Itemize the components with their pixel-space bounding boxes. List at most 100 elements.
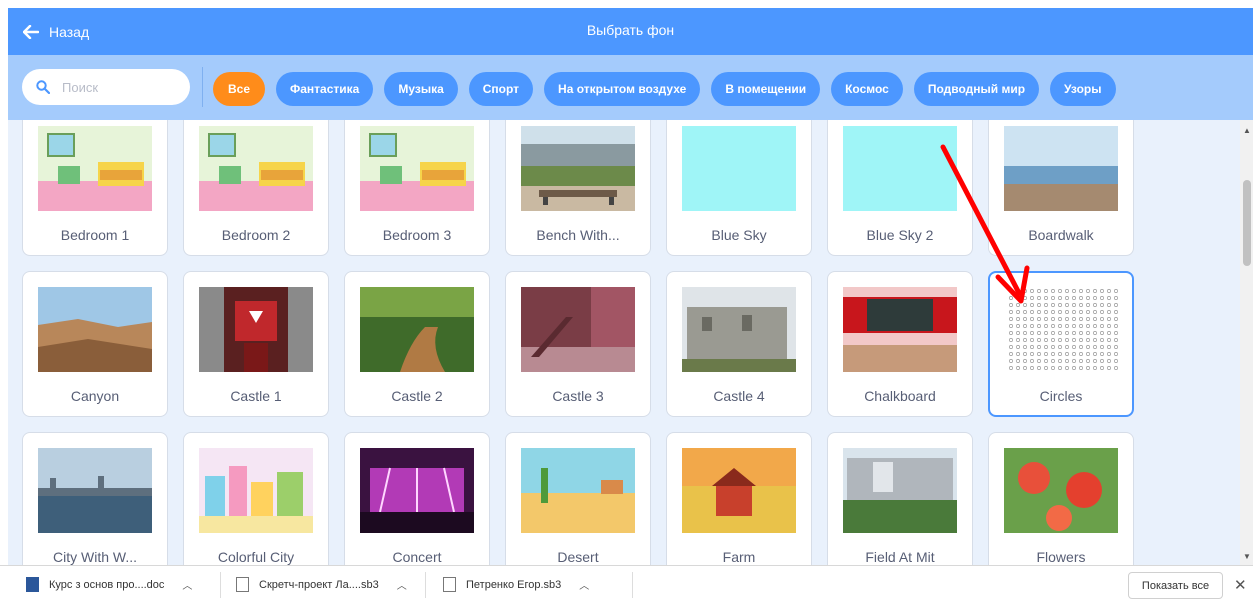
backdrop-card[interactable]: Flowers [988, 432, 1134, 565]
tag-button[interactable]: Спорт [468, 72, 534, 106]
sky-thumbnail [843, 126, 957, 211]
field-thumbnail [843, 448, 957, 533]
download-item[interactable]: Скретч-проект Ла....sb3 ︿ [236, 566, 407, 603]
backdrop-card[interactable]: Castle 4 [666, 271, 812, 417]
download-item[interactable]: Курс з основ про....doc ︿ [26, 566, 192, 603]
tag-button[interactable]: Космос [831, 72, 903, 106]
boardwalk-thumbnail [1004, 126, 1118, 211]
tag-button[interactable]: В помещении [711, 72, 821, 106]
backdrop-card[interactable]: Colorful City [183, 432, 329, 565]
backdrop-card[interactable]: Circles [988, 271, 1134, 417]
backdrop-card[interactable]: Canyon [22, 271, 168, 417]
backdrop-name: Desert [557, 549, 599, 565]
backdrop-name: Colorful City [217, 549, 295, 565]
scrollbar-thumb[interactable] [1243, 180, 1251, 266]
city-water-thumbnail [38, 448, 152, 533]
bedroom-thumbnail [38, 126, 152, 211]
backdrop-name: City With W... [53, 549, 137, 565]
backdrop-grid: Bedroom 1 Bedroom 2 Bedroom 3 Bench With...… [22, 120, 1134, 565]
tag-button[interactable]: Подводный мир [913, 72, 1040, 106]
file-icon [443, 577, 456, 592]
chevron-up-icon[interactable]: ︿ [182, 577, 192, 592]
download-divider [632, 572, 633, 598]
circles-pattern-thumbnail [1004, 287, 1118, 372]
backdrop-name: Boardwalk [1028, 227, 1094, 243]
backdrop-card[interactable]: Boardwalk [988, 120, 1134, 256]
search-icon [36, 80, 50, 94]
bench-thumbnail [521, 126, 635, 211]
tag-button[interactable]: На открытом воздухе [544, 72, 701, 106]
filter-divider [202, 67, 203, 107]
backdrop-card[interactable]: City With W... [22, 432, 168, 565]
backdrop-card[interactable]: Field At Mit [827, 432, 973, 565]
backdrop-name: Chalkboard [864, 388, 936, 404]
backdrop-name: Castle 4 [713, 388, 765, 404]
scrollbar[interactable]: ▲ ▼ [1240, 120, 1253, 565]
bedroom-thumbnail [360, 126, 474, 211]
close-icon[interactable]: ✕ [1234, 576, 1247, 594]
backdrop-name: Canyon [70, 388, 120, 404]
bedroom-thumbnail [199, 126, 313, 211]
colorful-city-thumbnail [199, 448, 313, 533]
backdrop-name: Blue Sky 2 [866, 227, 934, 243]
tag-button[interactable]: Узоры [1050, 72, 1116, 106]
filter-bar: Все Фантастика Музыка Спорт На открытом возд… [8, 55, 1253, 120]
backdrop-card[interactable]: Farm [666, 432, 812, 565]
tag-list: Все Фантастика Музыка Спорт На открытом возд… [213, 72, 1116, 106]
backdrop-card[interactable]: Bedroom 3 [344, 120, 490, 256]
backdrop-card[interactable]: Desert [505, 432, 651, 565]
download-divider [220, 572, 221, 598]
search-input[interactable] [62, 79, 182, 95]
backdrop-card[interactable]: Bench With... [505, 120, 651, 256]
chevron-up-icon[interactable]: ︿ [397, 577, 407, 592]
download-filename: Скретч-проект Ла....sb3 [259, 578, 379, 591]
backdrop-card[interactable]: Castle 1 [183, 271, 329, 417]
download-filename: Петренко Егор.sb3 [466, 578, 562, 591]
backdrop-name: Circles [1039, 388, 1083, 404]
page-title: Выбрать фон [586, 22, 675, 38]
backdrop-name: Flowers [1036, 549, 1086, 565]
backdrop-name: Blue Sky [711, 227, 767, 243]
tag-button[interactable]: Музыка [384, 72, 458, 106]
forest-path-thumbnail [360, 287, 474, 372]
backdrop-name: Bedroom 3 [382, 227, 452, 243]
download-divider [425, 572, 426, 598]
backdrop-card[interactable]: Bedroom 1 [22, 120, 168, 256]
backdrop-name: Concert [392, 549, 442, 565]
search-box[interactable] [22, 69, 190, 105]
backdrop-name: Field At Mit [865, 549, 935, 565]
backdrop-name: Castle 1 [230, 388, 282, 404]
backdrop-name: Bedroom 2 [221, 227, 291, 243]
flowers-thumbnail [1004, 448, 1118, 533]
backdrop-card[interactable]: Blue Sky [666, 120, 812, 256]
scroll-up-arrow-icon[interactable]: ▲ [1243, 126, 1251, 135]
backdrop-card[interactable]: Chalkboard [827, 271, 973, 417]
backdrop-grid-viewport: Bedroom 1 Bedroom 2 Bedroom 3 Bench With...… [8, 120, 1240, 565]
backdrop-library: Назад Выбрать фон Все Фантастика Музыка Спо… [8, 8, 1253, 565]
tag-button[interactable]: Фантастика [276, 72, 374, 106]
library-header: Назад Выбрать фон [8, 8, 1253, 55]
backdrop-card[interactable]: Blue Sky 2 [827, 120, 973, 256]
backdrop-name: Castle 2 [391, 388, 443, 404]
chalkboard-thumbnail [843, 287, 957, 372]
canyon-thumbnail [38, 287, 152, 372]
castle-hall-thumbnail [521, 287, 635, 372]
backdrop-card[interactable]: Castle 3 [505, 271, 651, 417]
show-all-button[interactable]: Показать все [1128, 572, 1223, 599]
scroll-down-arrow-icon[interactable]: ▼ [1243, 552, 1251, 561]
concert-thumbnail [360, 448, 474, 533]
backdrop-card[interactable]: Concert [344, 432, 490, 565]
tag-button[interactable]: Все [213, 72, 266, 106]
backdrop-name: Bedroom 1 [60, 227, 130, 243]
download-item[interactable]: Петренко Егор.sb3 ︿ [443, 566, 589, 603]
downloads-bar: Курс з основ про....doc ︿ Скретч-проект … [0, 565, 1253, 602]
desert-thumbnail [521, 448, 635, 533]
backdrop-name: Castle 3 [552, 388, 604, 404]
castle-thumbnail [199, 287, 313, 372]
sky-thumbnail [682, 126, 796, 211]
download-filename: Курс з основ про....doc [49, 578, 165, 591]
backdrop-card[interactable]: Bedroom 2 [183, 120, 329, 256]
chevron-up-icon[interactable]: ︿ [579, 577, 589, 592]
file-icon [236, 577, 249, 592]
backdrop-card[interactable]: Castle 2 [344, 271, 490, 417]
